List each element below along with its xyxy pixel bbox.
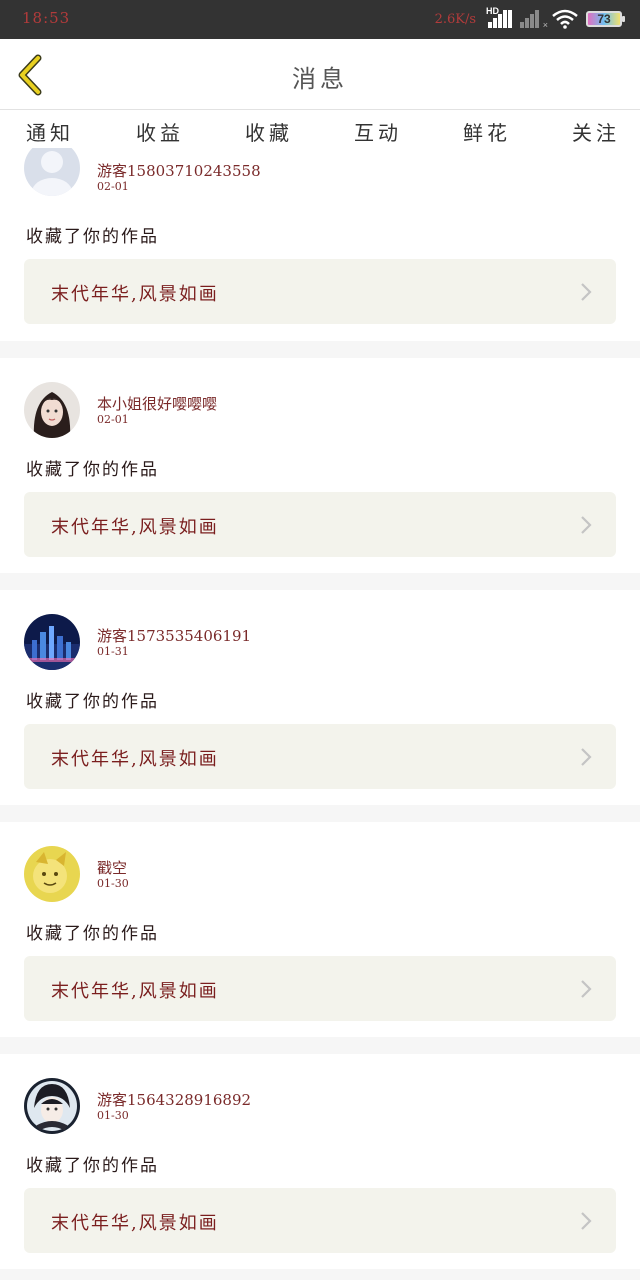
avatar[interactable] xyxy=(24,1078,80,1134)
list-item: 游客15803710243558 02-01 收藏了你的作品 末代年华,风景如画 xyxy=(0,148,640,341)
work-card[interactable]: 末代年华,风景如画 xyxy=(24,724,616,789)
work-title: 末代年华,风景如画 xyxy=(51,284,219,305)
anime-boy-icon xyxy=(24,1078,80,1134)
tab-interactions[interactable]: 互动 xyxy=(354,117,402,146)
divider xyxy=(0,573,640,590)
date: 01-30 xyxy=(97,1109,129,1122)
chevron-right-icon xyxy=(581,980,592,998)
action-text: 收藏了你的作品 xyxy=(26,924,159,944)
date: 02-01 xyxy=(97,180,129,193)
list-item: 本小姐很好嘤嘤嘤 02-01 收藏了你的作品 末代年华,风景如画 xyxy=(0,358,640,573)
default-avatar-icon xyxy=(24,148,80,196)
avatar[interactable] xyxy=(24,382,80,438)
username[interactable]: 游客1564328916892 xyxy=(97,1089,251,1110)
username[interactable]: 游客15803710243558 xyxy=(97,160,261,181)
yellow-cartoon-icon xyxy=(24,846,80,902)
action-text: 收藏了你的作品 xyxy=(26,692,159,712)
action-text: 收藏了你的作品 xyxy=(26,1156,159,1176)
divider xyxy=(0,1037,640,1054)
network-speed: 2.6K/s xyxy=(434,11,476,27)
date: 02-01 xyxy=(97,413,129,426)
battery-level: 73 xyxy=(597,12,611,26)
page-title: 消息 xyxy=(292,65,348,93)
divider xyxy=(0,805,640,822)
chevron-right-icon xyxy=(581,283,592,301)
work-title: 末代年华,风景如画 xyxy=(51,981,219,1002)
username[interactable]: 本小姐很好嘤嘤嘤 xyxy=(97,393,217,414)
tab-earnings[interactable]: 收益 xyxy=(136,117,184,146)
avatar[interactable] xyxy=(24,846,80,902)
tab-flowers[interactable]: 鲜花 xyxy=(463,117,511,146)
avatar[interactable] xyxy=(24,614,80,670)
chevron-right-icon xyxy=(581,748,592,766)
divider xyxy=(0,341,640,358)
night-city-icon xyxy=(24,614,80,670)
work-card[interactable]: 末代年华,风景如画 xyxy=(24,259,616,324)
action-text: 收藏了你的作品 xyxy=(26,227,159,247)
status-time: 18:53 xyxy=(22,9,71,27)
chevron-right-icon xyxy=(581,516,592,534)
tab-notifications[interactable]: 通知 xyxy=(26,117,74,146)
wifi-icon xyxy=(552,9,578,29)
battery-icon: 73 xyxy=(586,11,625,27)
tab-favorites[interactable]: 收藏 xyxy=(245,117,293,156)
action-text: 收藏了你的作品 xyxy=(26,460,159,480)
work-title: 末代年华,风景如画 xyxy=(51,1213,219,1234)
status-icons: 2.6K/s HD × 73 xyxy=(434,6,625,30)
work-title: 末代年华,风景如画 xyxy=(51,517,219,538)
list-item: 戳空 01-30 收藏了你的作品 末代年华,风景如画 xyxy=(0,822,640,1037)
signal-hd-icon: HD xyxy=(486,6,512,28)
date: 01-30 xyxy=(97,877,129,890)
status-bar: 18:53 2.6K/s HD × 73 xyxy=(0,0,640,39)
signal-weak-icon: × xyxy=(520,10,548,30)
list-item: 游客1573535406191 01-31 收藏了你的作品 末代年华,风景如画 xyxy=(0,590,640,805)
work-card[interactable]: 末代年华,风景如画 xyxy=(24,956,616,1021)
username[interactable]: 游客1573535406191 xyxy=(97,625,251,646)
header-bar: 消息 xyxy=(0,39,640,110)
divider xyxy=(0,1269,640,1280)
girl-portrait-icon xyxy=(24,382,80,438)
list-item: 游客1564328916892 01-30 收藏了你的作品 末代年华,风景如画 xyxy=(0,1054,640,1269)
username[interactable]: 戳空 xyxy=(97,857,127,878)
chevron-right-icon xyxy=(581,1212,592,1230)
tab-following[interactable]: 关注 xyxy=(572,117,620,146)
date: 01-31 xyxy=(97,645,129,658)
work-card[interactable]: 末代年华,风景如画 xyxy=(24,492,616,557)
avatar[interactable] xyxy=(24,148,80,196)
message-list[interactable]: 游客15803710243558 02-01 收藏了你的作品 末代年华,风景如画 xyxy=(0,148,640,1280)
work-title: 末代年华,风景如画 xyxy=(51,749,219,770)
work-card[interactable]: 末代年华,风景如画 xyxy=(24,1188,616,1253)
